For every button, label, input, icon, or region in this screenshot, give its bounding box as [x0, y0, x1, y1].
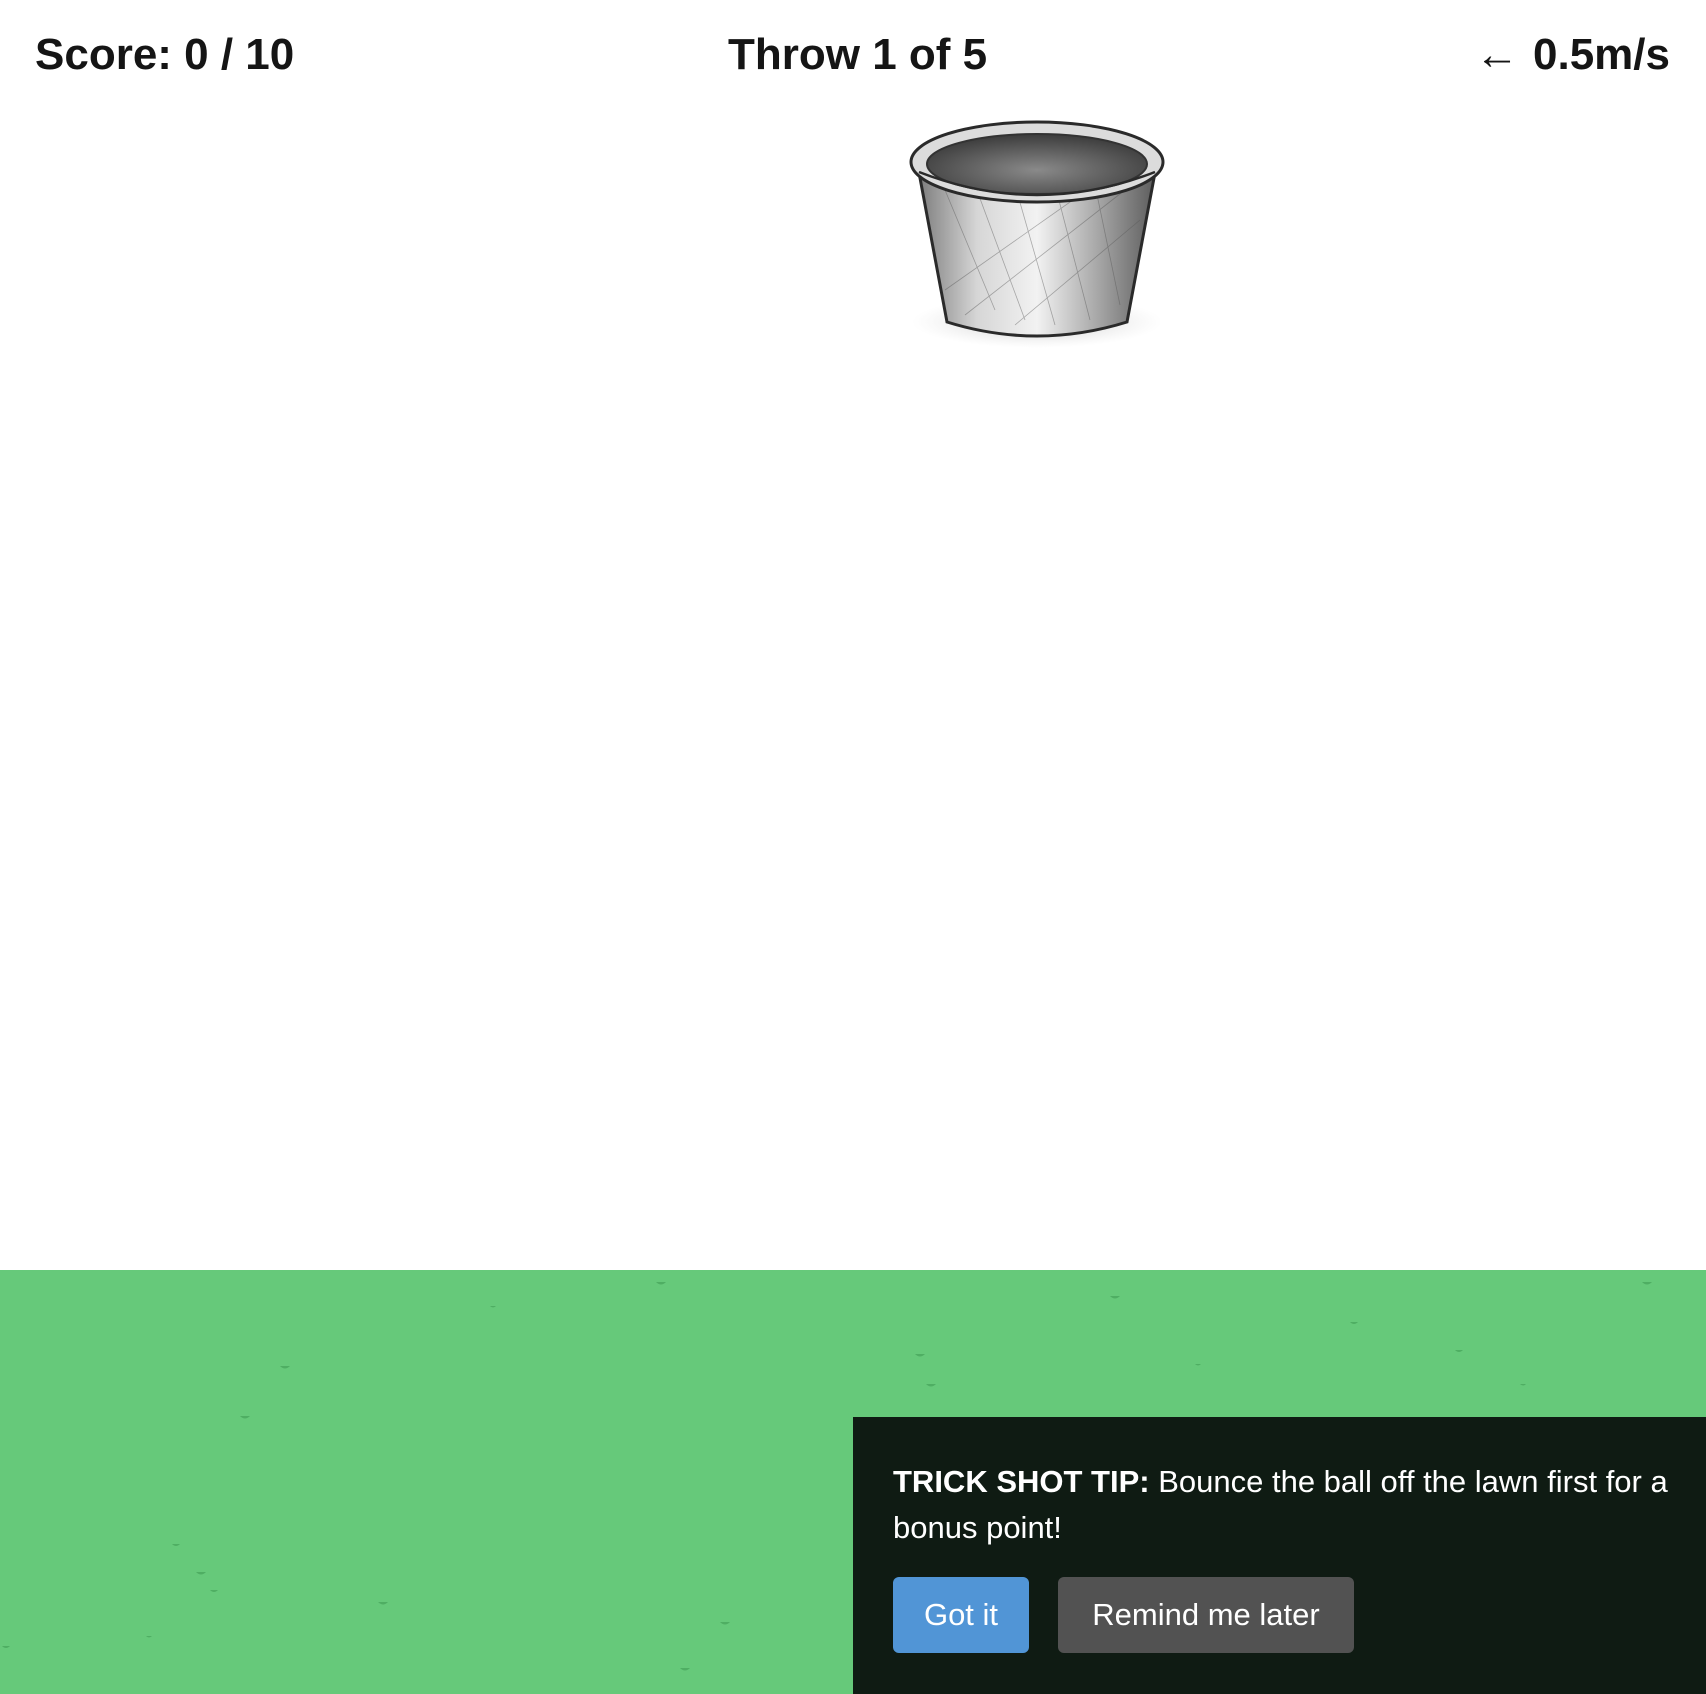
- game-stage[interactable]: Score: 0 / 10 Throw 1 of 5 ← 0.5m/s TRIC…: [0, 0, 1706, 1694]
- got-it-button[interactable]: Got it: [893, 1577, 1029, 1653]
- tip-label: TRICK SHOT TIP:: [893, 1464, 1150, 1499]
- trick-shot-tip-banner: TRICK SHOT TIP: Bounce the ball off the …: [853, 1417, 1706, 1694]
- remind-me-later-button[interactable]: Remind me later: [1058, 1577, 1354, 1653]
- wind-speed: 0.5m/s: [1533, 30, 1670, 79]
- bucket-icon: [905, 100, 1185, 370]
- throw-counter: Throw 1 of 5: [728, 30, 988, 79]
- left-arrow-icon: ←: [1475, 30, 1520, 79]
- score-display: Score: 0 / 10: [35, 30, 295, 79]
- wind-indicator: ← 0.5m/s: [1475, 28, 1670, 82]
- tip-message: TRICK SHOT TIP: Bounce the ball off the …: [893, 1459, 1693, 1551]
